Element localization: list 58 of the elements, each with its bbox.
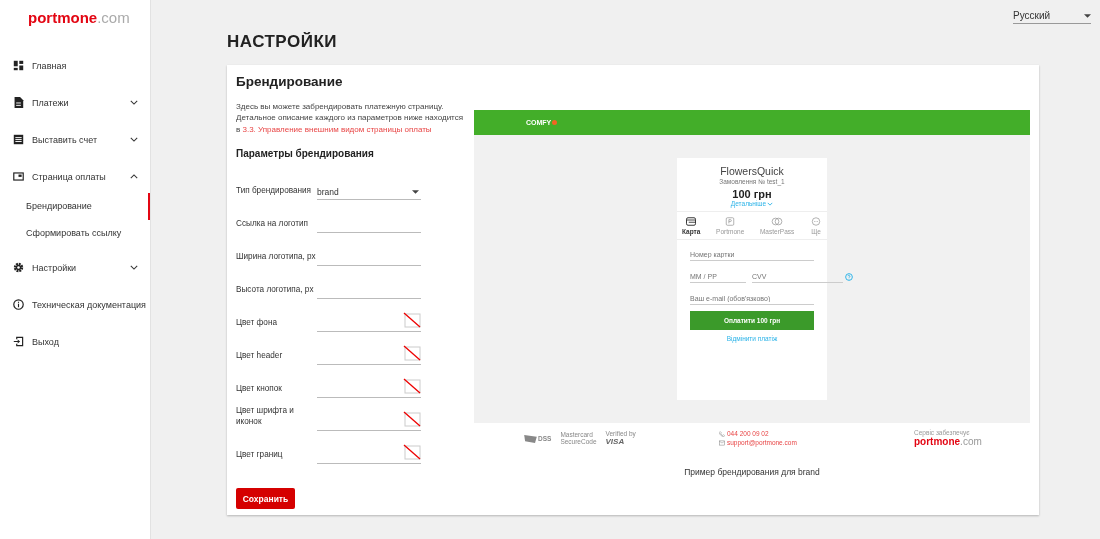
dropdown-icon	[412, 189, 419, 194]
field-label: Цвет фона	[236, 317, 278, 330]
intro-text: Здесь вы можете забрендировать платежную страницу. Детальное описание каждого из параметров ниже находится в 3.3. Управление внешним видом страницы оплаты	[236, 101, 465, 136]
portmone-logo: portmone.com	[914, 436, 983, 447]
card-title: Брендирование	[236, 73, 344, 91]
letter-p-icon	[724, 217, 737, 226]
sidebar-subitem[interactable]: Брендирование	[0, 193, 150, 220]
field-label: Цвет границ	[236, 449, 284, 462]
sidebar-item[interactable]: Настройки	[0, 249, 150, 286]
sidebar-item[interactable]: Платежи	[0, 84, 150, 121]
settings-icon	[13, 262, 24, 273]
more-icon	[810, 217, 822, 226]
sidebar-item[interactable]: Выход	[0, 323, 150, 360]
sidebar-subitem[interactable]: Сформировать ссылку	[0, 220, 150, 247]
color-field[interactable]	[317, 378, 421, 399]
window-icon	[13, 171, 24, 182]
field-label: Цвет кнопок	[236, 383, 283, 396]
dot-icon	[552, 120, 558, 125]
sidebar-item[interactable]: Выставить счет	[0, 121, 150, 158]
field-label: Ширина логотипа, px	[236, 251, 317, 264]
portmone-logo: portmone.com	[27, 8, 131, 26]
section-title: Параметры брендирования	[236, 148, 375, 160]
circles-icon	[771, 217, 784, 226]
field-label: Ссылка на логотип	[236, 218, 309, 231]
exit-icon	[13, 336, 24, 347]
empty-color-swatch-icon	[403, 444, 421, 461]
select-field[interactable]: brand	[317, 184, 421, 201]
mail-icon	[719, 439, 725, 446]
empty-color-swatch-icon	[403, 312, 421, 329]
card-icon	[685, 217, 698, 226]
empty-color-swatch-icon	[403, 411, 421, 428]
color-field[interactable]	[317, 411, 421, 432]
merchant-name: FlowersQuick	[719, 165, 785, 177]
save-button[interactable]: Сохранить	[236, 488, 295, 510]
documentation-link[interactable]: 3.3. Управление внешним видом страницы оплаты	[242, 124, 432, 134]
field-label: Цвет header	[236, 350, 284, 363]
color-field[interactable]	[317, 312, 421, 333]
language-select[interactable]: Русский	[1013, 8, 1091, 24]
color-field[interactable]	[317, 345, 421, 366]
preview-caption: Пример брендирования для brand	[683, 467, 821, 477]
amount: 100 грн	[732, 188, 773, 200]
phone-icon	[719, 430, 725, 437]
sidebar-item[interactable]: Страница оплаты	[0, 158, 150, 195]
dashboard-icon	[13, 60, 24, 71]
color-field[interactable]	[317, 444, 421, 465]
empty-color-swatch-icon	[403, 378, 421, 395]
info-icon	[13, 299, 24, 310]
empty-color-swatch-icon	[403, 345, 421, 362]
field-label: Тип брендирования	[236, 185, 313, 198]
list-icon	[13, 134, 24, 145]
dropdown-icon	[1084, 13, 1091, 18]
page-title: НАСТРОЙКИ	[227, 32, 339, 52]
chevron-icon	[767, 201, 774, 206]
field-label: Цвет шрифта и иконок	[236, 405, 295, 429]
sidebar-item[interactable]: Техническая документация	[0, 286, 150, 323]
field-label: Высота логотипа, px	[236, 284, 315, 297]
document-icon	[13, 97, 24, 108]
sidebar-item[interactable]: Главная	[0, 47, 150, 84]
